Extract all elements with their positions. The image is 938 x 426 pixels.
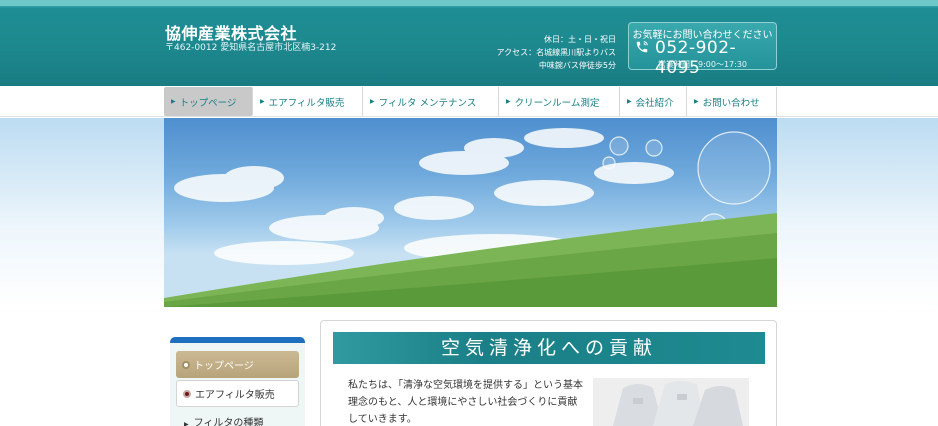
nav-item-top[interactable]: ▶ トップページ [164,87,253,116]
arrow-right-icon: ▶ [506,98,511,105]
arrow-right-icon: ▶ [370,98,375,105]
access-text-line2: 中味鋺バス停徒歩5分 [538,61,616,70]
global-nav: ▶ トップページ ▶ エアフィルタ販売 ▶ フィルタ メンテナンス ▶ クリーン… [0,86,938,117]
nav-label: 会社紹介 [635,97,674,109]
company-address: 〒462-0012 愛知県名古屋市北区楠3-212 [165,43,337,53]
nav-item-filter-maintenance[interactable]: ▶ フィルタ メンテナンス [363,87,499,116]
workers-photo [593,378,749,426]
hero-illustration [164,128,777,307]
nav-item-cleanroom-measurement[interactable]: ▶ クリーンルーム測定 [499,87,620,116]
hero-image [164,118,777,307]
nav-label: エアフィルタ販売 [268,97,345,109]
sidebar-item-label: トップページ [194,361,254,372]
business-info: 休日：土・日・祝日 アクセス：名城線黒川駅よりバス 中味鋺バス停徒歩5分 [470,33,616,72]
arrow-right-icon: ▶ [627,98,632,105]
intro-photo [593,378,749,426]
hero-side-right [777,118,938,308]
intro-paragraph: 私たちは、「清浄な空気環境を提供する」という基本理念のもと、人と環境にやさしい社… [348,380,583,425]
arrow-right-icon: ▶ [171,98,176,105]
sidebar-subitem-label: フィルタの種類 [193,418,264,426]
arrow-right-icon: ▶ [694,98,699,105]
holiday-text: 休日：土・日・祝日 [544,35,616,44]
sidebar-item-label: エアフィルタ販売 [195,390,275,401]
sidebar-subitem-filter-types[interactable]: ▶ フィルタの種類 [184,414,263,426]
header-top-stripe [0,0,938,6]
nav-label: お問い合わせ [702,97,760,109]
phone-icon [635,40,649,58]
sidebar-item-air-filter-sales[interactable]: エアフィルタ販売 [176,380,299,407]
contact-box[interactable]: お気軽にお問い合わせください 052-902-4095 営業時間：9:00〜17… [628,22,777,78]
nav-label: トップページ [179,97,237,109]
phone-number[interactable]: 052-902-4095 [655,38,776,78]
arrow-right-icon: ▶ [184,421,189,426]
bullet-icon [182,360,190,369]
sidebar-item-top[interactable]: トップページ [176,351,299,378]
nav-item-contact[interactable]: ▶ お問い合わせ [687,87,777,116]
bullet-icon [183,389,191,398]
hero-side-left [0,118,164,308]
nav-label: フィルタ メンテナンス [378,97,477,109]
arrow-right-icon: ▶ [260,98,265,105]
nav-item-company[interactable]: ▶ 会社紹介 [620,87,687,116]
access-text-line1: アクセス：名城線黒川駅よりバス [496,48,616,57]
nav-item-air-filter-sales[interactable]: ▶ エアフィルタ販売 [253,87,363,116]
contact-hours: 営業時間：9:00〜17:30 [657,60,748,69]
site-header: 協伸産業株式会社 〒462-0012 愛知県名古屋市北区楠3-212 休日：土・… [0,0,938,86]
nav-label: クリーンルーム測定 [514,97,600,109]
phone-icon-glyph [636,41,648,53]
sidebar: トップページ エアフィルタ販売 ▶ フィルタの種類 [170,337,305,426]
section-heading: 空気清浄化への貢献 [333,332,765,364]
